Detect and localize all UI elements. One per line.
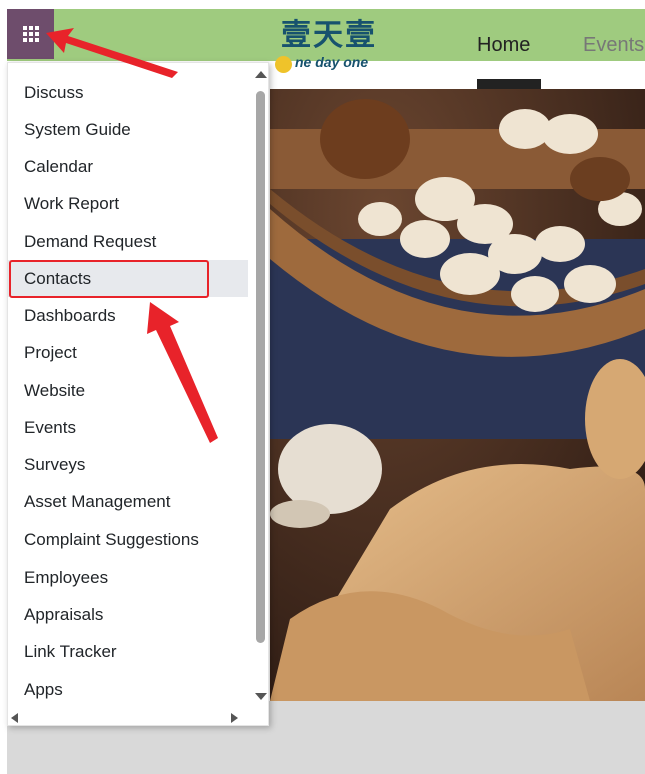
menu-item-website[interactable]: Website (8, 372, 248, 409)
menu-item-apps[interactable]: Apps (8, 671, 248, 708)
menu-item-employees[interactable]: Employees (8, 559, 248, 596)
menu-item-project[interactable]: Project (8, 334, 248, 371)
menu-item-events[interactable]: Events (8, 409, 248, 446)
menu-item-link-tracker[interactable]: Link Tracker (8, 633, 248, 670)
logo-chinese-text: 壹天壹 (281, 18, 377, 53)
menu-item-complaint-suggestions[interactable]: Complaint Suggestions (8, 521, 248, 558)
menu-item-calendar[interactable]: Calendar (8, 148, 248, 185)
scrollbar-thumb[interactable] (256, 91, 265, 643)
scroll-up-icon[interactable] (255, 71, 267, 78)
menu-item-surveys[interactable]: Surveys (8, 446, 248, 483)
vertical-scrollbar[interactable] (253, 67, 267, 707)
menu-item-discuss[interactable]: Discuss (8, 74, 248, 111)
menu-item-dashboards[interactable]: Dashboards (8, 297, 248, 334)
scroll-right-icon[interactable] (231, 713, 238, 723)
menu-item-demand-request[interactable]: Demand Request (8, 223, 248, 260)
menu-item-system-guide[interactable]: System Guide (8, 111, 248, 148)
grid-icon (22, 26, 39, 42)
menu-item-asset-management[interactable]: Asset Management (8, 483, 248, 520)
menu-item-work-report[interactable]: Work Report (8, 185, 248, 222)
nav-events[interactable]: Events (583, 34, 644, 57)
logo-circle-icon (275, 56, 292, 73)
logo-english-text: ne day one (295, 54, 369, 70)
scroll-left-icon[interactable] (11, 713, 18, 723)
horizontal-scrollbar[interactable] (8, 709, 252, 725)
apps-menu-button[interactable] (7, 9, 54, 59)
hero-image (270, 89, 645, 701)
scroll-down-icon[interactable] (255, 693, 267, 700)
app-menu-dropdown: Discuss System Guide Calendar Work Repor… (7, 62, 269, 726)
site-logo[interactable]: 壹天壹 ne day one (273, 20, 408, 78)
nav-active-indicator (477, 79, 541, 89)
contacts-highlight-annotation (9, 260, 209, 298)
menu-item-appraisals[interactable]: Appraisals (8, 596, 248, 633)
nav-home[interactable]: Home (477, 34, 530, 57)
